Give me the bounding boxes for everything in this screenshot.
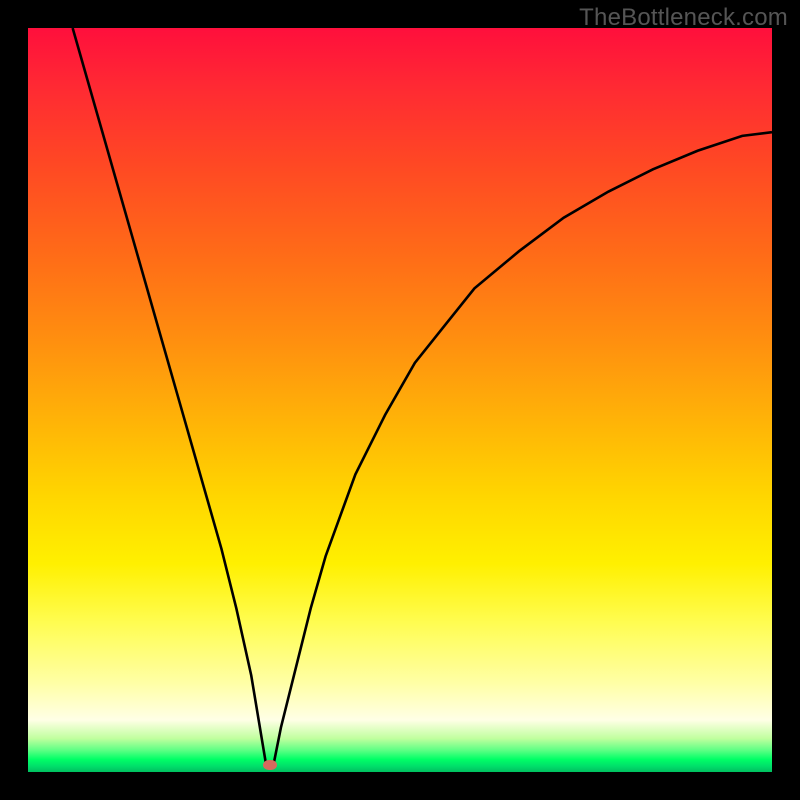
curve-svg [28,28,772,772]
plot-area [28,28,772,772]
optimum-marker [263,760,277,770]
watermark-text: TheBottleneck.com [579,4,788,32]
chart-frame: TheBottleneck.com [0,0,800,800]
bottleneck-curve [73,28,772,765]
